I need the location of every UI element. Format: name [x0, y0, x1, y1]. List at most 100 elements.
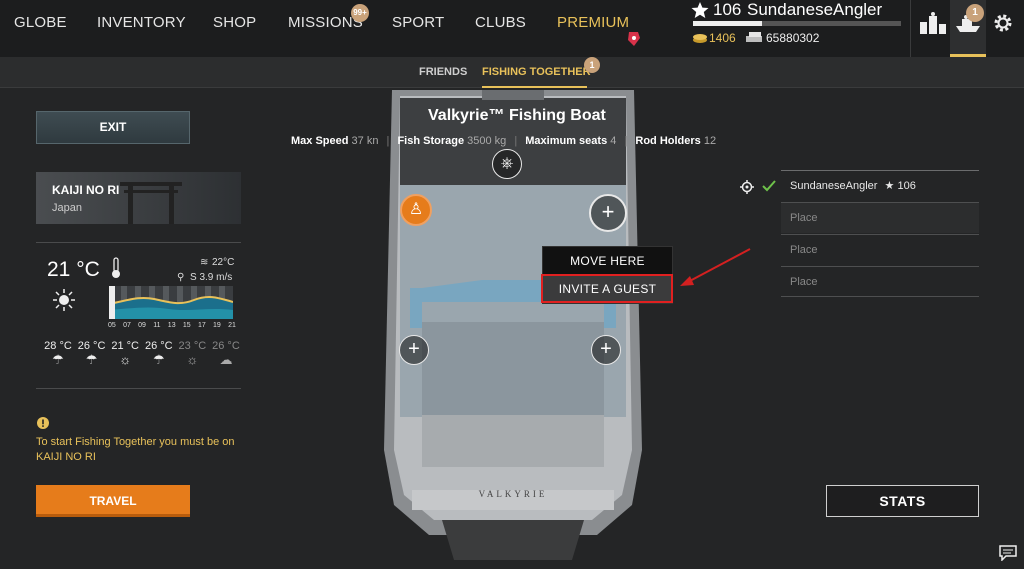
hour-label: 21 — [228, 322, 236, 329]
missions-badge: 99+ — [351, 4, 369, 22]
seat-slot-owner: SundaneseAngler ★ 106 — [781, 170, 979, 201]
forecast-day: 23 °C ☼ — [176, 340, 208, 368]
hourly-forecast-chart — [109, 286, 233, 319]
nav-globe[interactable]: GLOBE — [14, 14, 67, 31]
highlight-box — [541, 274, 673, 303]
move-here-menu-item[interactable]: MOVE HERE — [543, 254, 672, 268]
nav-clubs[interactable]: CLUBS — [475, 14, 526, 31]
divider — [910, 0, 911, 57]
spec-value: 4 — [610, 135, 617, 147]
forecast-day: 26 °C ☂ — [76, 340, 108, 368]
divider — [36, 388, 241, 389]
player-name: SundaneseAngler — [747, 0, 883, 19]
nav-shop[interactable]: SHOP — [213, 14, 256, 31]
forecast-temp: 28 °C — [44, 340, 72, 352]
spec-label: Max Speed — [291, 135, 349, 147]
forecast-temp: 26 °C — [144, 340, 173, 352]
spec-separator: | — [624, 135, 628, 147]
partly-cloudy-icon: ☁ — [219, 352, 233, 367]
seat-slot-empty[interactable]: Place — [781, 202, 979, 233]
active-tab-underline — [482, 86, 587, 88]
hour-label: 09 — [138, 322, 146, 329]
torii-gate-icon — [120, 182, 182, 224]
star-icon: ★ — [884, 180, 895, 192]
hour-label: 15 — [182, 322, 191, 329]
nav-premium[interactable]: PREMIUM — [557, 14, 629, 31]
boat-title: Valkyrie™ Fishing Boat — [428, 107, 606, 124]
daily-forecast: 28 °C ☂ 26 °C ☂ 21 °C ☼ 26 °C ☂ 23 °C ☼ … — [42, 340, 242, 368]
location-name: KAIJI NO RI — [52, 183, 120, 197]
hour-labels: 05 07 09 11 13 15 17 19 21 — [108, 322, 236, 329]
spec-value: 12 — [703, 135, 717, 147]
owner-name: SundaneseAngler — [790, 180, 878, 192]
forecast-day: 26 °C ☂ — [143, 340, 175, 368]
xp-bar — [693, 21, 901, 26]
tab-fishing-together[interactable]: FISHING TOGETHER — [482, 66, 591, 78]
hour-label: 13 — [167, 322, 176, 329]
stats-button[interactable]: STATS — [826, 485, 979, 517]
sun-icon: ☼ — [186, 352, 199, 367]
rain-icon: ☂ — [152, 352, 165, 367]
seat-slot-empty[interactable]: Place — [781, 266, 979, 297]
chat-icon[interactable] — [999, 545, 1017, 561]
seat-slot-empty[interactable]: Place — [781, 234, 979, 265]
star-icon — [691, 2, 709, 18]
spec-separator: | — [386, 135, 390, 147]
add-seat-button[interactable]: + — [589, 194, 627, 232]
travel-button[interactable]: TRAVEL — [36, 485, 190, 517]
divider — [36, 242, 241, 243]
spec-label: Rod Holders — [635, 135, 701, 147]
spec-value: 3500 kg — [467, 135, 507, 147]
hour-label: 07 — [123, 322, 131, 329]
spec-separator: | — [514, 135, 518, 147]
premium-tag-icon — [628, 32, 640, 46]
player-seat-marker[interactable]: ♙ — [400, 194, 432, 226]
spec-label: Fish Storage — [397, 135, 465, 147]
forecast-temp: 23 °C — [178, 340, 207, 352]
spec-value: 37 kn — [351, 135, 379, 147]
warning-text: To start Fishing Together you must be on… — [36, 436, 235, 463]
hour-label: 17 — [197, 322, 206, 329]
sun-icon: ☼ — [119, 352, 132, 367]
leaderboard-icon[interactable] — [920, 12, 946, 34]
boat-specs: Max Speed 37 kn | Fish Storage 3500 kg |… — [291, 135, 716, 147]
forecast-temp: 26 °C — [77, 340, 106, 352]
player-level: 106 — [713, 0, 742, 19]
captain-wheel-icon — [740, 180, 754, 194]
exit-button[interactable]: EXIT — [36, 111, 190, 144]
hour-label: 11 — [153, 322, 161, 329]
gold-amount: 1406 — [709, 31, 736, 45]
water-temp-icon: ≋ — [200, 257, 209, 268]
current-temperature: 21 °C — [47, 258, 100, 281]
owner-level: 106 — [897, 180, 916, 192]
spec-label: Maximum seats — [525, 135, 608, 147]
notification-badge: 1 — [966, 4, 984, 22]
tab-friends[interactable]: FRIENDS — [419, 66, 467, 78]
rain-icon: ☂ — [85, 352, 98, 367]
gold-coins-icon — [693, 34, 707, 43]
forecast-day: 28 °C ☂ — [42, 340, 74, 368]
add-seat-button[interactable]: + — [399, 335, 429, 365]
sun-icon — [53, 289, 75, 311]
rain-icon: ☂ — [52, 352, 64, 367]
add-seat-button[interactable]: + — [591, 335, 621, 365]
nav-inventory[interactable]: INVENTORY — [97, 14, 186, 31]
forecast-temp: 21 °C — [111, 340, 139, 352]
silver-bars-icon — [746, 32, 762, 42]
forecast-day: 21 °C ☼ — [109, 340, 141, 368]
hour-label: 19 — [213, 322, 221, 329]
annotation-arrow — [680, 248, 751, 286]
forecast-day: 26 °C ☁ — [210, 340, 242, 368]
fishing-together-badge: 1 — [584, 57, 600, 73]
check-icon — [762, 180, 776, 192]
hull-text: VALKYRIE — [479, 489, 548, 499]
location-card[interactable]: KAIJI NO RI Japan — [36, 172, 241, 224]
location-country: Japan — [52, 202, 82, 214]
forecast-temp: 26 °C — [212, 340, 240, 352]
thermometer-icon — [112, 257, 120, 278]
captain-wheel-seat-button[interactable]: ⎈ — [492, 149, 522, 179]
wind-speed: S 3.9 m/s — [190, 272, 233, 283]
settings-gear-icon[interactable] — [992, 12, 1014, 34]
water-temperature: 22°C — [212, 257, 235, 268]
nav-sport[interactable]: SPORT — [392, 14, 444, 31]
